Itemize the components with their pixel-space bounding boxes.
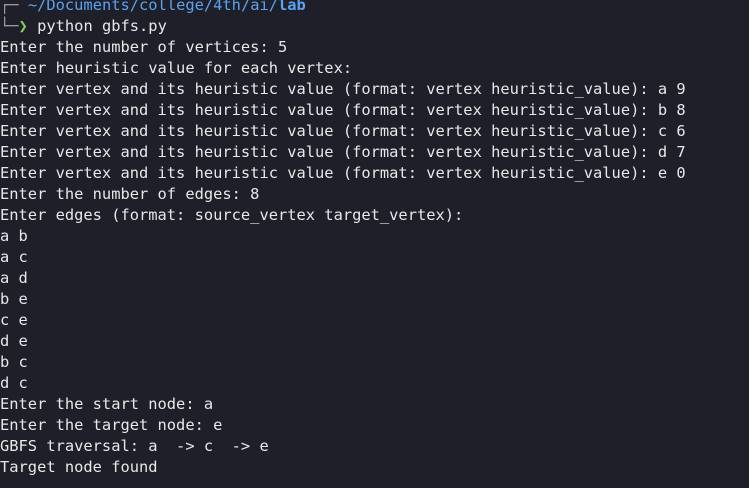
prompt-path: ~/Documents/college/4th/ai/ — [27, 0, 279, 14]
output-line: Enter the number of edges: 8 — [0, 185, 260, 203]
output-line: Enter edges (format: source_vertex targe… — [0, 206, 464, 224]
output-line: GBFS traversal: a -> c -> e — [0, 437, 269, 455]
output-line: a c — [0, 248, 28, 266]
output-line: Enter the target node: e — [0, 416, 223, 434]
output-line: b c — [0, 353, 28, 371]
prompt-command-line: └─❯ python gbfs.py — [0, 16, 167, 37]
output-line: d c — [0, 374, 28, 392]
output-line: Enter vertex and its heuristic value (fo… — [0, 80, 686, 98]
prompt-box-bottom-icon: └─ — [0, 17, 19, 35]
output-line: Enter vertex and its heuristic value (fo… — [0, 143, 686, 161]
prompt-path-current-dir: lab — [278, 0, 306, 14]
output-line: b e — [0, 290, 28, 308]
output-line: Enter the number of vertices: 5 — [0, 38, 288, 56]
output-line: a b — [0, 227, 28, 245]
output-line: Enter vertex and its heuristic value (fo… — [0, 122, 686, 140]
output-line: Enter vertex and its heuristic value (fo… — [0, 101, 686, 119]
prompt-box-top-icon: ┌─ — [0, 0, 19, 14]
output-line: Enter vertex and its heuristic value (fo… — [0, 164, 686, 182]
terminal-output: Enter the number of vertices: 5 Enter he… — [0, 37, 686, 478]
command-text: python gbfs.py — [37, 17, 167, 35]
terminal-window[interactable]: ┌─ ~/Documents/college/4th/ai/lab └─❯ py… — [0, 0, 749, 488]
output-line: c e — [0, 311, 28, 329]
prompt-path-line: ┌─ ~/Documents/college/4th/ai/lab — [0, 0, 306, 16]
output-line: Target node found — [0, 458, 158, 476]
prompt-arrow-icon: ❯ — [18, 17, 28, 35]
output-line: a d — [0, 269, 28, 287]
output-line: d e — [0, 332, 28, 350]
output-line: Enter the start node: a — [0, 395, 214, 413]
output-line: Enter heuristic value for each vertex: — [0, 59, 353, 77]
